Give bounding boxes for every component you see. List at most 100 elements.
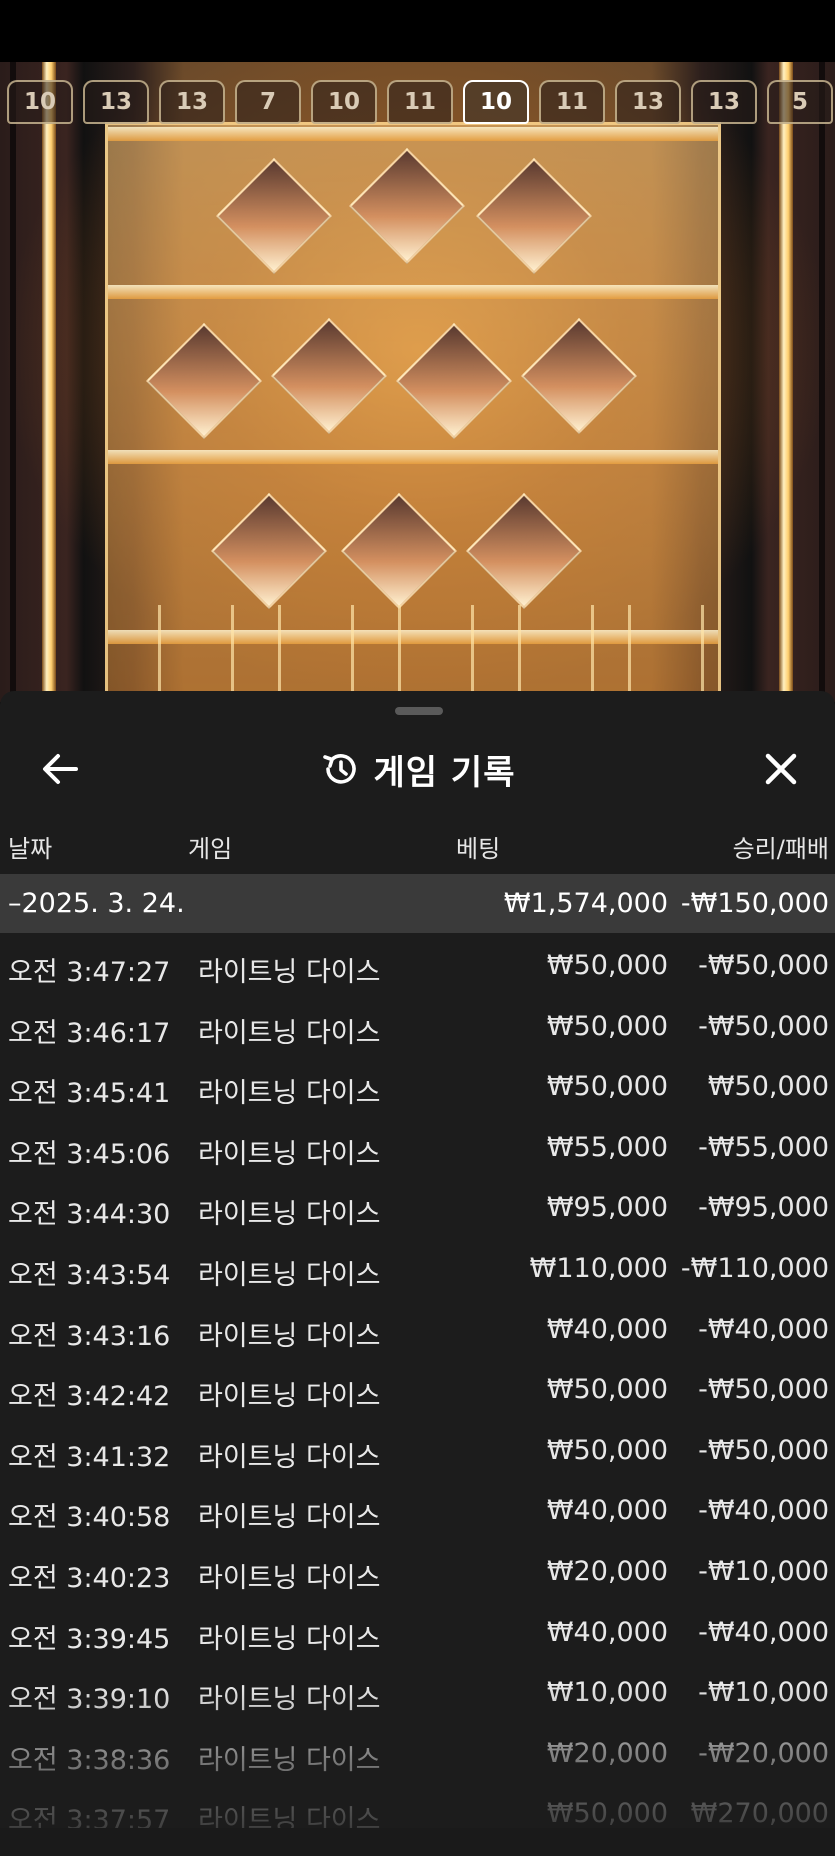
row-bet: ₩40,000 <box>546 1616 668 1648</box>
decor-stripe <box>819 62 825 702</box>
history-row[interactable]: 오전 3:43:54 라이트닝 다이스 ₩110,000 -₩110,000 <box>0 1239 835 1300</box>
history-chip: 10 <box>7 80 73 124</box>
row-result: -₩40,000 <box>698 1616 829 1648</box>
history-chip: 10 <box>311 80 377 124</box>
sheet-grabber[interactable] <box>395 707 443 715</box>
row-result: -₩50,000 <box>698 1434 829 1466</box>
row-bet: ₩95,000 <box>546 1192 668 1224</box>
history-row[interactable]: 오전 3:45:41 라이트닝 다이스 ₩50,000 ₩50,000 <box>0 1057 835 1118</box>
row-bet: ₩50,000 <box>546 1374 668 1406</box>
row-bet: ₩10,000 <box>546 1677 668 1709</box>
game-video <box>0 62 835 702</box>
row-result: -₩95,000 <box>698 1192 829 1224</box>
row-game-name: 라이트닝 다이스 <box>198 1562 381 1594</box>
row-game-name: 라이트닝 다이스 <box>198 1078 381 1110</box>
peg <box>211 493 327 609</box>
row-result: -₩50,000 <box>698 1010 829 1042</box>
date-group-row[interactable]: –2025. 3. 24. ₩1,574,000 -₩150,000 <box>0 874 835 933</box>
row-time: 오전 3:43:54 <box>8 1259 171 1291</box>
history-row[interactable]: 오전 3:46:17 라이트닝 다이스 ₩50,000 -₩50,000 <box>0 997 835 1058</box>
column-header-bet[interactable]: 베팅 <box>456 829 500 864</box>
game-history-sheet: 게임 기록 날짜 게임 베팅 승리/패배 –2025. 3. 24. ₩1,57… <box>0 691 835 1856</box>
row-bet: ₩50,000 <box>546 1071 668 1103</box>
row-time: 오전 3:43:16 <box>8 1320 171 1352</box>
row-game-name: 라이트닝 다이스 <box>198 1744 381 1776</box>
history-row[interactable]: 오전 3:39:10 라이트닝 다이스 ₩10,000 -₩10,000 <box>0 1663 835 1724</box>
row-time: 오전 3:42:42 <box>8 1381 171 1413</box>
chute <box>518 605 594 695</box>
history-row[interactable]: 오전 3:45:06 라이트닝 다이스 ₩55,000 -₩55,000 <box>0 1118 835 1179</box>
sheet-title-group: 게임 기록 <box>0 745 835 793</box>
peg <box>146 323 262 439</box>
history-row[interactable]: 오전 3:39:45 라이트닝 다이스 ₩40,000 -₩40,000 <box>0 1603 835 1664</box>
row-game-name: 라이트닝 다이스 <box>198 1684 381 1716</box>
shelf <box>108 127 718 141</box>
row-bet: ₩20,000 <box>546 1737 668 1769</box>
shelf <box>108 450 718 464</box>
row-time: 오전 3:40:23 <box>8 1562 171 1594</box>
date-group-date: –2025. 3. 24. <box>8 888 185 919</box>
history-chip: 7 <box>235 80 301 124</box>
peg <box>396 323 512 439</box>
column-header-result[interactable]: 승리/패배 <box>733 829 829 864</box>
history-chip: 11 <box>539 80 605 124</box>
column-header-game[interactable]: 게임 <box>188 829 232 864</box>
row-game-name: 라이트닝 다이스 <box>198 1017 381 1049</box>
column-header-date[interactable]: 날짜 <box>8 829 52 864</box>
row-game-name: 라이트닝 다이스 <box>198 1138 381 1170</box>
row-game-name: 라이트닝 다이스 <box>198 1259 381 1291</box>
history-row[interactable]: 오전 3:47:27 라이트닝 다이스 ₩50,000 -₩50,000 <box>0 936 835 997</box>
bottom-bar <box>0 1828 835 1856</box>
row-time: 오전 3:44:30 <box>8 1199 171 1231</box>
chute <box>158 605 234 695</box>
history-row[interactable]: 오전 3:44:30 라이트닝 다이스 ₩95,000 -₩95,000 <box>0 1178 835 1239</box>
close-button[interactable] <box>757 745 805 793</box>
row-result: -₩40,000 <box>698 1495 829 1527</box>
row-result: ₩50,000 <box>707 1071 829 1103</box>
history-chip: 5 <box>767 80 833 124</box>
shelf <box>108 285 718 299</box>
sheet-header: 게임 기록 <box>0 731 835 807</box>
history-icon <box>322 754 356 784</box>
peg <box>476 158 592 274</box>
date-group-bet-total: ₩1,574,000 <box>503 888 668 919</box>
row-game-name: 라이트닝 다이스 <box>198 1381 381 1413</box>
row-game-name: 라이트닝 다이스 <box>198 1502 381 1534</box>
history-chip: 11 <box>387 80 453 124</box>
peg <box>271 318 387 434</box>
peg <box>216 158 332 274</box>
history-row[interactable]: 오전 3:40:23 라이트닝 다이스 ₩20,000 -₩10,000 <box>0 1542 835 1603</box>
decor-stripe <box>10 62 16 702</box>
history-row[interactable]: 오전 3:43:16 라이트닝 다이스 ₩40,000 -₩40,000 <box>0 1300 835 1361</box>
row-bet: ₩20,000 <box>546 1555 668 1587</box>
row-time: 오전 3:41:32 <box>8 1441 171 1473</box>
history-list: 오전 3:47:27 라이트닝 다이스 ₩50,000 -₩50,000 오전 3:46… <box>0 936 835 1845</box>
row-bet: ₩55,000 <box>546 1131 668 1163</box>
history-chip: 13 <box>691 80 757 124</box>
row-result: -₩20,000 <box>698 1737 829 1769</box>
history-chip: 13 <box>83 80 149 124</box>
row-result: ₩270,000 <box>690 1798 829 1830</box>
row-bet: ₩50,000 <box>546 1434 668 1466</box>
row-result: -₩50,000 <box>698 950 829 981</box>
row-bet: ₩40,000 <box>546 1495 668 1527</box>
history-row[interactable]: 오전 3:40:58 라이트닝 다이스 ₩40,000 -₩40,000 <box>0 1481 835 1542</box>
row-result: -₩40,000 <box>698 1313 829 1345</box>
peg <box>341 493 457 609</box>
row-result: -₩110,000 <box>680 1252 829 1284</box>
row-result: -₩10,000 <box>698 1677 829 1709</box>
row-time: 오전 3:47:27 <box>8 957 171 988</box>
chute <box>278 605 354 695</box>
row-result: -₩55,000 <box>698 1131 829 1163</box>
chute <box>628 605 704 695</box>
column-headers: 날짜 게임 베팅 승리/패배 <box>0 821 835 871</box>
row-bet: ₩50,000 <box>546 1798 668 1830</box>
history-row[interactable]: 오전 3:38:36 라이트닝 다이스 ₩20,000 -₩20,000 <box>0 1724 835 1785</box>
row-bet: ₩110,000 <box>529 1252 668 1284</box>
history-row[interactable]: 오전 3:42:42 라이트닝 다이스 ₩50,000 -₩50,000 <box>0 1360 835 1421</box>
row-game-name: 라이트닝 다이스 <box>198 1199 381 1231</box>
close-icon <box>765 753 797 785</box>
history-row[interactable]: 오전 3:41:32 라이트닝 다이스 ₩50,000 -₩50,000 <box>0 1421 835 1482</box>
row-game-name: 라이트닝 다이스 <box>198 957 381 988</box>
history-chip: 13 <box>159 80 225 124</box>
